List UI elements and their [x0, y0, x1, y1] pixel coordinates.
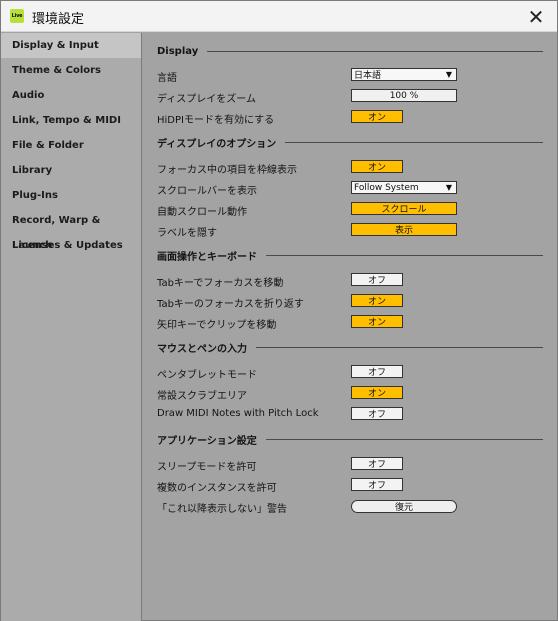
restore-warnings-button[interactable]: 復元	[351, 500, 457, 513]
section-divider	[256, 346, 543, 348]
sidebar-item-library[interactable]: Library	[1, 158, 141, 183]
zoom-field[interactable]: 100 %	[351, 89, 457, 102]
auto-scroll-label: 自動スクロール動作	[157, 207, 247, 218]
sidebar-item-display-input[interactable]: Display & Input	[1, 33, 141, 58]
scrollbar-value: Follow System	[354, 182, 419, 193]
section-divider	[266, 254, 543, 256]
tab-wrap-toggle[interactable]: オン	[351, 294, 403, 307]
multi-instance-toggle[interactable]: オフ	[351, 478, 403, 491]
section-header-display: Display	[157, 44, 543, 58]
tab-wrap-label: Tabキーのフォーカスを折り返す	[157, 299, 304, 310]
sidebar-item-plug-ins[interactable]: Plug-Ins	[1, 183, 141, 208]
hide-labels-chooser[interactable]: 表示	[351, 223, 457, 236]
live-app-icon: Live	[10, 9, 24, 23]
section-title: ディスプレイのオプション	[157, 138, 277, 150]
focus-frame-toggle[interactable]: オン	[351, 160, 403, 173]
sidebar-item-file-folder[interactable]: File & Folder	[1, 133, 141, 158]
window-title: 環境設定	[32, 12, 85, 27]
section-title: マウスとペンの入力	[157, 343, 247, 355]
pen-tablet-toggle[interactable]: オフ	[351, 365, 403, 378]
language-dropdown[interactable]: 日本語 ▼	[351, 68, 457, 81]
close-button[interactable]: ✕	[515, 1, 557, 32]
dont-show-warnings-label: 「これ以降表示しない」警告	[157, 504, 287, 515]
sidebar-item-link-tempo-midi[interactable]: Link, Tempo & MIDI	[1, 108, 141, 133]
zoom-label: ディスプレイをズーム	[157, 94, 256, 105]
dropdown-arrow-icon: ▼	[445, 70, 452, 79]
section-header-display-options: ディスプレイのオプション	[157, 135, 543, 150]
dropdown-arrow-icon: ▼	[445, 183, 452, 192]
section-header-navigation-keyboard: 画面操作とキーボード	[157, 248, 543, 263]
section-divider	[265, 438, 543, 440]
scrollbar-label: スクロールバーを表示	[157, 186, 257, 197]
pen-tablet-label: ペンタブレットモード	[157, 370, 257, 381]
midi-pitch-lock-toggle[interactable]: オフ	[351, 407, 403, 420]
arrow-clip-label: 矢印キーでクリップを移動	[157, 320, 277, 331]
scrollbar-dropdown[interactable]: Follow System ▼	[351, 181, 457, 194]
midi-pitch-lock-label: Draw MIDI Notes with Pitch Lock	[157, 408, 319, 419]
scrub-area-label: 常設スクラブエリア	[157, 391, 247, 402]
sleep-mode-label: スリープモードを許可	[157, 462, 257, 473]
section-divider	[285, 141, 543, 143]
sidebar-item-audio[interactable]: Audio	[1, 83, 141, 108]
section-header-mouse-pen: マウスとペンの入力	[157, 340, 543, 355]
sidebar-item-theme-colors[interactable]: Theme & Colors	[1, 58, 141, 83]
sidebar-item-licenses-updates[interactable]: Licenses & Updates	[1, 233, 141, 258]
focus-frame-label: フォーカス中の項目を枠線表示	[157, 165, 297, 176]
hidpi-toggle[interactable]: オン	[351, 110, 403, 123]
tab-focus-toggle[interactable]: オフ	[351, 273, 403, 286]
sidebar-item-record-warp-launch[interactable]: Record, Warp & Launch	[1, 208, 141, 251]
settings-panel: Display 言語 日本語 ▼ ディスプレイをズーム 100 % HiDPIモ…	[143, 33, 557, 621]
preferences-window: Live 環境設定 ✕ Display & Input Theme & Colo…	[0, 0, 558, 621]
section-title: Display	[157, 45, 199, 57]
section-title: 画面操作とキーボード	[157, 251, 257, 263]
multi-instance-label: 複数のインスタンスを許可	[157, 483, 277, 494]
section-title: アプリケーション設定	[157, 435, 257, 447]
section-header-application: アプリケーション設定	[157, 432, 543, 447]
auto-scroll-chooser[interactable]: スクロール	[351, 202, 457, 215]
title-bar: Live 環境設定 ✕	[1, 1, 557, 32]
hide-labels-label: ラベルを隠す	[157, 228, 217, 239]
scrub-area-toggle[interactable]: オン	[351, 386, 403, 399]
sleep-mode-toggle[interactable]: オフ	[351, 457, 403, 470]
hidpi-label: HiDPIモードを有効にする	[157, 115, 275, 126]
arrow-clip-toggle[interactable]: オン	[351, 315, 403, 328]
language-value: 日本語	[354, 71, 382, 81]
section-divider	[207, 50, 543, 52]
language-label: 言語	[157, 73, 177, 84]
sidebar: Display & Input Theme & Colors Audio Lin…	[1, 33, 142, 621]
tab-focus-label: Tabキーでフォーカスを移動	[157, 278, 284, 289]
